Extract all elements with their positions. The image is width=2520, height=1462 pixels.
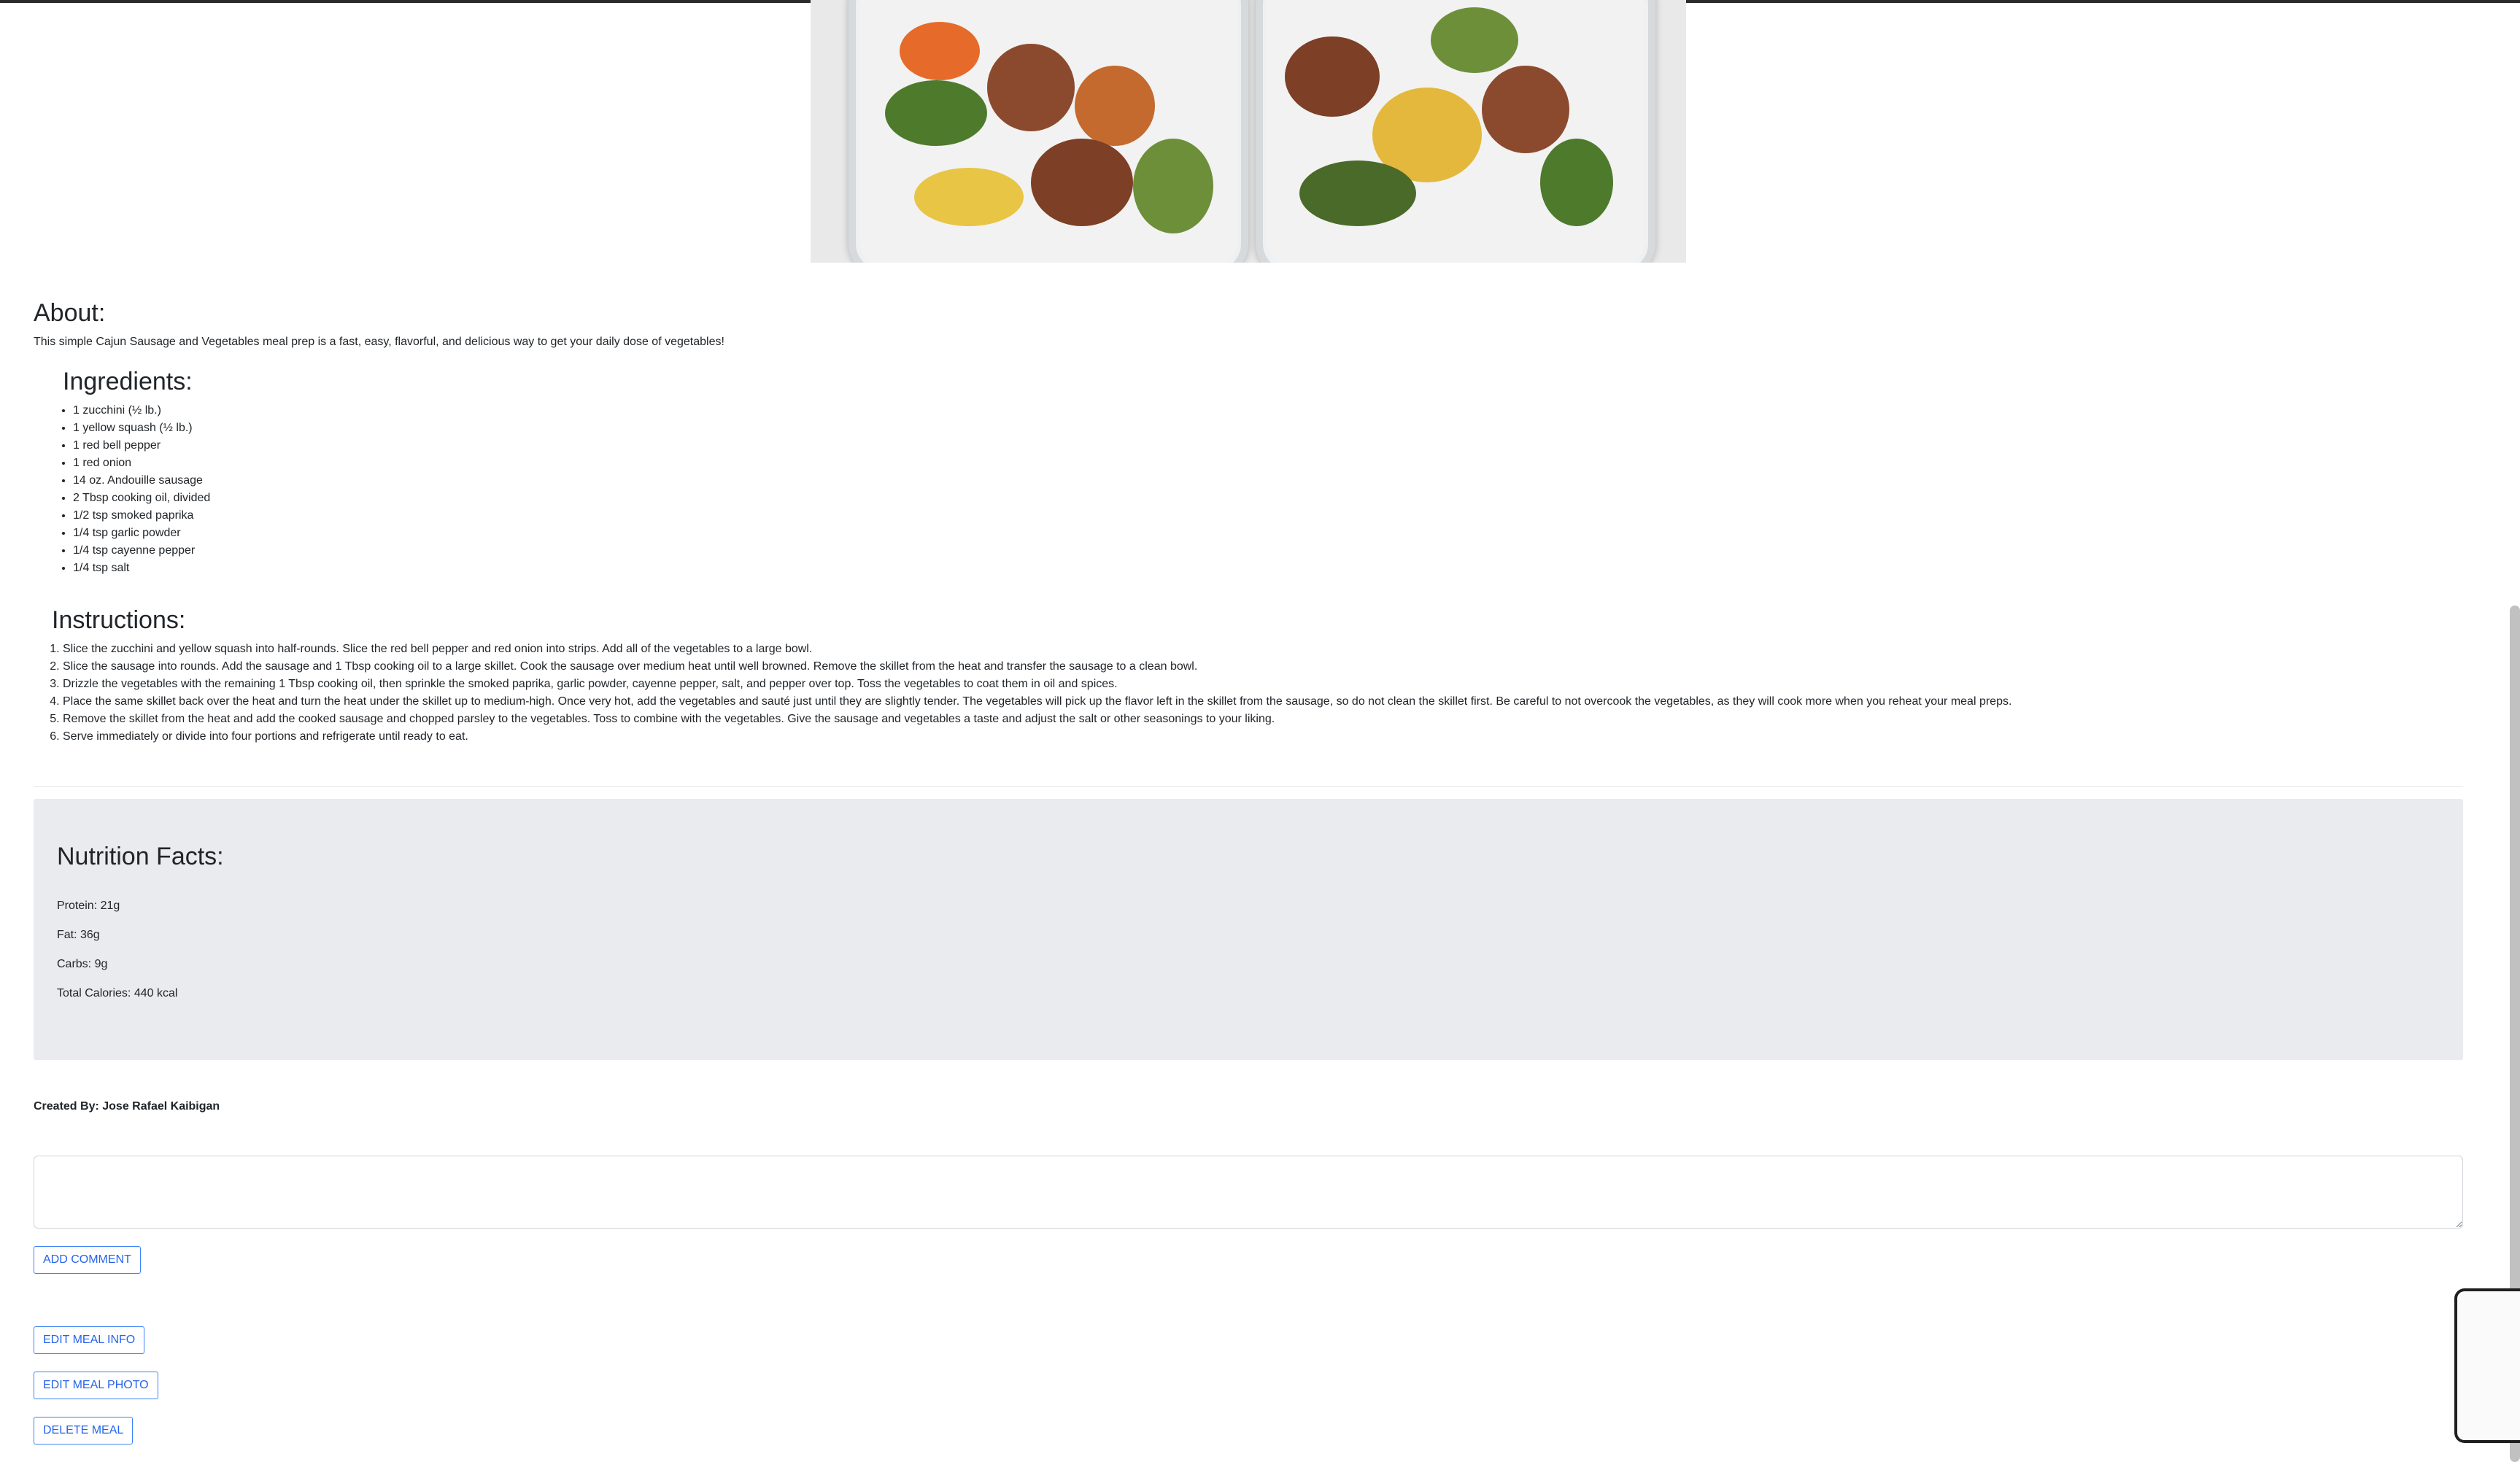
about-description: This simple Cajun Sausage and Vegetables…	[34, 336, 724, 348]
ingredient-item: 1 zucchini (½ lb.)	[73, 402, 210, 419]
floating-preview-thumbnail[interactable]	[2454, 1288, 2520, 1443]
nutrition-calories: Total Calories: 440 kcal	[57, 987, 178, 999]
delete-meal-button[interactable]: DELETE MEAL	[34, 1417, 134, 1444]
comment-textarea[interactable]	[34, 1156, 2463, 1229]
nutrition-fat: Fat: 36g	[57, 929, 100, 941]
nutrition-protein: Protein: 21g	[57, 900, 120, 912]
edit-meal-info-button[interactable]: EDIT MEAL INFO	[34, 1326, 145, 1354]
section-divider	[34, 786, 2463, 787]
instruction-step: Remove the skillet from the heat and add…	[63, 711, 2011, 728]
nutrition-heading: Nutrition Facts:	[57, 843, 224, 870]
ingredient-item: 1 yellow squash (½ lb.)	[73, 419, 210, 437]
nutrition-panel: Nutrition Facts: Protein: 21g Fat: 36g C…	[34, 799, 2463, 1060]
meal-photo	[811, 0, 1686, 263]
ingredient-item: 1/2 tsp smoked paprika	[73, 507, 210, 525]
ingredient-item: 14 oz. Andouille sausage	[73, 472, 210, 490]
instruction-step: Slice the zucchini and yellow squash int…	[63, 641, 2011, 658]
ingredient-item: 1 red bell pepper	[73, 437, 210, 455]
add-comment-button[interactable]: ADD COMMENT	[34, 1246, 141, 1274]
created-by: Created By: Jose Rafael Kaibigan	[34, 1100, 220, 1113]
about-heading: About:	[34, 299, 106, 327]
instructions-heading: Instructions:	[52, 606, 186, 634]
ingredient-item: 1/4 tsp cayenne pepper	[73, 542, 210, 560]
meal-prep-container-right	[1256, 0, 1655, 263]
instruction-step: Serve immediately or divide into four po…	[63, 728, 2011, 746]
meal-prep-container-left	[849, 0, 1248, 263]
nutrition-carbs: Carbs: 9g	[57, 958, 108, 970]
ingredient-item: 2 Tbsp cooking oil, divided	[73, 490, 210, 507]
ingredient-item: 1/4 tsp salt	[73, 560, 210, 577]
ingredients-heading: Ingredients:	[63, 368, 193, 395]
instruction-step: Place the same skillet back over the hea…	[63, 693, 2011, 711]
ingredients-list: 1 zucchini (½ lb.) 1 yellow squash (½ lb…	[39, 402, 210, 577]
instructions-list: Slice the zucchini and yellow squash int…	[34, 641, 2011, 746]
ingredient-item: 1/4 tsp garlic powder	[73, 525, 210, 542]
ingredient-item: 1 red onion	[73, 455, 210, 472]
edit-meal-photo-button[interactable]: EDIT MEAL PHOTO	[34, 1372, 158, 1399]
instruction-step: Drizzle the vegetables with the remainin…	[63, 676, 2011, 693]
instruction-step: Slice the sausage into rounds. Add the s…	[63, 658, 2011, 676]
